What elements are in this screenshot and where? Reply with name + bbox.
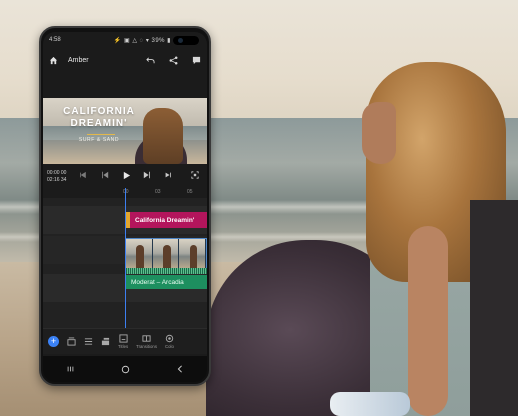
ruler-tick: 03	[155, 189, 161, 195]
preview-title-line1: CALIFORNIA	[63, 106, 135, 117]
audio-clip-label: Moderat – Arcadia	[131, 278, 184, 286]
layers-tool[interactable]	[101, 337, 110, 347]
total-frames: 34	[60, 177, 67, 183]
media-tool[interactable]	[67, 336, 76, 347]
towel	[330, 392, 410, 416]
video-clip[interactable]	[125, 238, 207, 272]
wetsuit	[470, 200, 518, 416]
list-icon	[84, 337, 93, 345]
recent-apps-icon[interactable]	[66, 365, 75, 373]
comment-icon[interactable]	[192, 56, 201, 65]
color-icon	[165, 334, 174, 343]
phone-device: 4:58 ⚡ ▣ △ ◌ ▾ 39% ▮ Amber CALIFORNIA DR…	[39, 26, 211, 386]
playhead[interactable]	[125, 188, 126, 330]
status-indicators: ⚡ ▣ △ ◌ ▾ 39% ▮	[113, 37, 171, 44]
timecode: 00:00 00 02:16 34	[47, 170, 66, 184]
share-icon[interactable]	[169, 56, 178, 65]
titles-icon	[118, 334, 128, 343]
transport-controls: 00:00 00 02:16 34	[43, 166, 207, 188]
list-tool[interactable]	[84, 337, 93, 347]
video-thumbnail	[126, 239, 153, 271]
title-clip-label: California Dreamin'	[135, 216, 195, 224]
media-icon	[67, 336, 76, 346]
app-bar: Amber	[43, 48, 207, 72]
ruler-tick: 05	[187, 189, 193, 195]
woman-face	[362, 102, 396, 164]
titles-tool[interactable]: Titles	[118, 334, 128, 349]
next-marker-icon[interactable]	[164, 171, 172, 179]
video-thumbnail	[152, 239, 180, 271]
preview-divider	[87, 134, 115, 135]
color-tool[interactable]: Colo	[165, 334, 174, 349]
preview-title-line2: DREAMIN'	[70, 118, 128, 129]
layers-icon	[101, 337, 110, 345]
previous-marker-icon[interactable]	[79, 171, 87, 179]
total-time: 02:16	[47, 177, 60, 183]
transitions-icon	[142, 335, 151, 342]
woman-arm	[408, 226, 448, 416]
step-back-icon[interactable]	[101, 171, 109, 179]
play-icon[interactable]	[122, 171, 131, 180]
front-camera	[173, 36, 199, 45]
audio-clip[interactable]: Moderat – Arcadia	[125, 275, 207, 289]
video-preview[interactable]: CALIFORNIA DREAMIN' SURF & SAND	[43, 98, 207, 164]
audio-waveform	[125, 268, 207, 274]
current-time: 00:00	[47, 170, 60, 176]
android-nav-bar	[43, 356, 207, 382]
step-forward-icon[interactable]	[143, 171, 151, 179]
back-icon[interactable]	[176, 365, 184, 373]
fullscreen-icon[interactable]	[191, 171, 199, 179]
preview-subtitle: SURF & SAND	[78, 137, 120, 143]
home-circle-icon[interactable]	[121, 365, 130, 374]
current-frames: 00	[60, 170, 67, 176]
video-thumbnail	[179, 239, 206, 271]
title-clip[interactable]: California Dreamin'	[125, 212, 207, 228]
status-time: 4:58	[49, 37, 61, 43]
preview-title: CALIFORNIA DREAMIN'	[43, 106, 155, 130]
project-title: Amber	[68, 56, 89, 64]
undo-icon[interactable]	[146, 56, 155, 65]
transitions-tool[interactable]: Transitions	[136, 334, 157, 349]
phone-screen: 4:58 ⚡ ▣ △ ◌ ▾ 39% ▮ Amber CALIFORNIA DR…	[43, 32, 207, 382]
home-icon[interactable]	[49, 56, 58, 65]
bottom-toolbar: + Titles Transitions Colo	[43, 328, 207, 354]
add-media-button[interactable]: +	[48, 336, 59, 347]
